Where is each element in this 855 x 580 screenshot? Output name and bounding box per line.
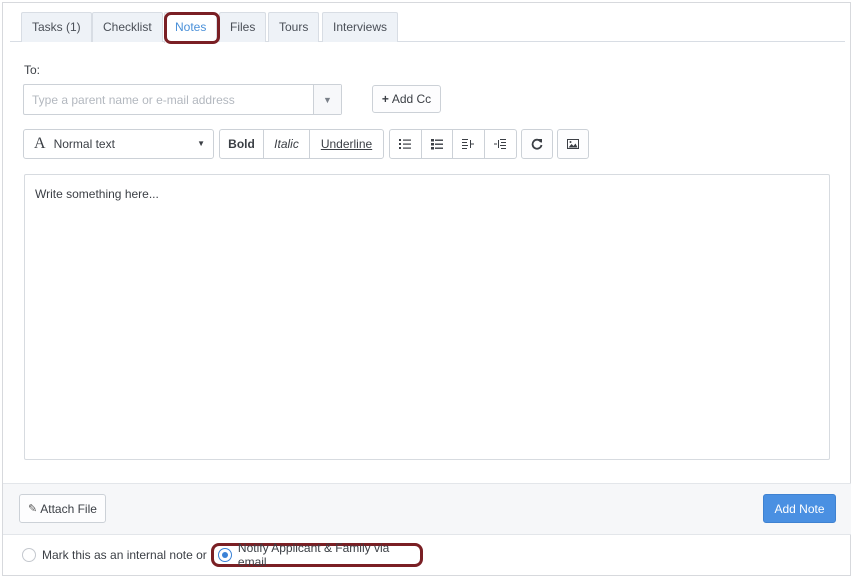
add-cc-label: Add Cc (391, 92, 432, 106)
attach-file-button[interactable]: ✎ Attach File (19, 494, 106, 523)
underline-button[interactable]: Underline (310, 130, 383, 158)
tab-notes[interactable]: Notes (164, 12, 218, 43)
font-icon: A (34, 135, 46, 152)
italic-button[interactable]: Italic (264, 130, 310, 158)
notify-label[interactable]: Notify Applicant & Family via email (238, 541, 420, 569)
editor-placeholder: Write something here... (35, 187, 159, 201)
ordered-list-icon (399, 139, 412, 149)
notify-option-highlight: Notify Applicant & Family via email (211, 541, 423, 569)
paperclip-icon: ✎ (28, 503, 38, 515)
recipient-input[interactable] (24, 85, 314, 114)
internal-note-label[interactable]: Mark this as an internal note or (42, 548, 207, 562)
image-icon (567, 139, 579, 149)
ordered-list-button[interactable] (390, 130, 422, 158)
text-style-value: Normal text (53, 137, 115, 151)
tab-checklist[interactable]: Checklist (92, 12, 163, 42)
add-cc-button[interactable]: + Add Cc (372, 85, 441, 113)
tab-tours[interactable]: Tours (268, 12, 320, 42)
attach-file-label: Attach File (40, 501, 97, 516)
chevron-down-icon[interactable]: ▼ (313, 85, 341, 114)
to-label: To: (24, 63, 41, 77)
internal-note-radio[interactable] (22, 548, 36, 562)
tab-bar: Tasks (1) Checklist Notes Files Tours In… (10, 12, 845, 43)
note-visibility-options: Mark this as an internal note or (22, 545, 207, 565)
tab-tasks[interactable]: Tasks (1) (21, 12, 92, 42)
redo-button[interactable] (521, 129, 553, 159)
footer-bar (3, 483, 851, 535)
outdent-icon (462, 139, 475, 149)
indent-icon (494, 139, 507, 149)
indent-button[interactable] (485, 130, 516, 158)
bold-button[interactable]: Bold (220, 130, 264, 158)
note-editor[interactable]: Write something here... (24, 174, 830, 460)
add-note-button[interactable]: Add Note (763, 494, 836, 523)
bullet-list-button[interactable] (422, 130, 453, 158)
notify-radio[interactable] (218, 548, 232, 562)
tab-interviews[interactable]: Interviews (322, 12, 399, 42)
outdent-button[interactable] (453, 130, 485, 158)
recipient-select[interactable]: ▼ (23, 84, 342, 115)
insert-image-button[interactable] (557, 129, 589, 159)
plus-icon: + (381, 92, 389, 106)
list-button-group (389, 129, 517, 159)
refresh-icon (531, 138, 543, 150)
format-button-group: Bold Italic Underline (219, 129, 384, 159)
text-style-select[interactable]: A Normal text ▼ (23, 129, 214, 159)
tab-files[interactable]: Files (219, 12, 267, 42)
bullet-list-icon (430, 139, 443, 150)
chevron-down-icon: ▼ (197, 139, 205, 148)
